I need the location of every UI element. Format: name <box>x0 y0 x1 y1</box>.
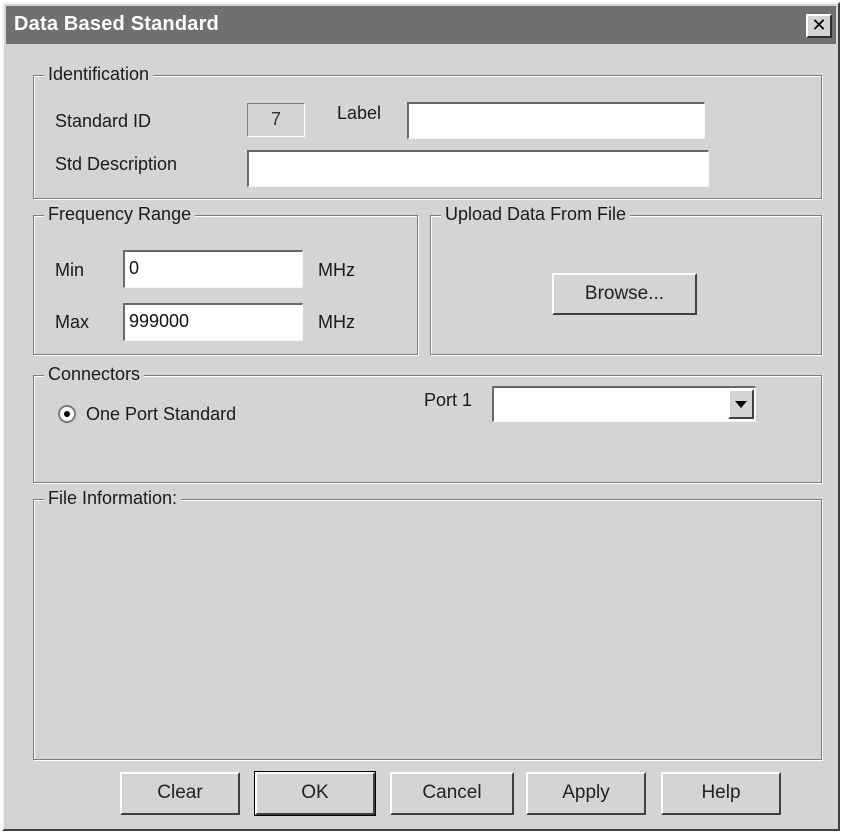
cancel-button[interactable]: Cancel <box>390 772 514 815</box>
ok-button[interactable]: OK <box>254 771 376 816</box>
identification-legend: Identification <box>44 64 154 85</box>
port1-label: Port 1 <box>424 390 473 410</box>
std-description-label: Std Description <box>55 154 178 174</box>
min-frequency-input[interactable]: 0 <box>123 250 303 288</box>
radio-selected-dot <box>64 411 70 417</box>
max-frequency-input[interactable]: 999000 <box>123 303 303 341</box>
max-label: Max <box>55 312 90 332</box>
help-button[interactable]: Help <box>661 772 781 815</box>
min-label: Min <box>55 260 85 280</box>
std-description-input[interactable] <box>247 150 709 187</box>
connectors-legend: Connectors <box>44 364 145 385</box>
label-label: Label <box>337 103 382 123</box>
title-bar[interactable]: Data Based Standard ✕ <box>6 6 836 44</box>
one-port-label[interactable]: One Port Standard <box>86 404 236 425</box>
chevron-down-icon[interactable] <box>728 389 754 419</box>
apply-button[interactable]: Apply <box>526 772 646 815</box>
label-input[interactable] <box>407 102 705 139</box>
window-title: Data Based Standard <box>14 13 219 35</box>
dropdown-arrow-icon <box>735 401 747 408</box>
data-based-standard-dialog: Data Based Standard ✕ Identification Sta… <box>2 2 840 831</box>
standard-id-value: 7 <box>247 103 305 137</box>
file-information-group: File Information: <box>33 488 822 760</box>
clear-button[interactable]: Clear <box>120 772 240 815</box>
browse-button[interactable]: Browse... <box>552 273 697 315</box>
upload-data-legend: Upload Data From File <box>441 204 631 225</box>
standard-id-label: Standard ID <box>55 111 152 131</box>
close-icon[interactable]: ✕ <box>806 14 832 38</box>
min-unit-label: MHz <box>318 260 355 280</box>
port1-select[interactable] <box>492 386 756 422</box>
frequency-range-legend: Frequency Range <box>44 204 196 225</box>
max-unit-label: MHz <box>318 312 355 332</box>
file-information-legend: File Information: <box>44 488 182 509</box>
one-port-radio[interactable] <box>58 405 76 423</box>
